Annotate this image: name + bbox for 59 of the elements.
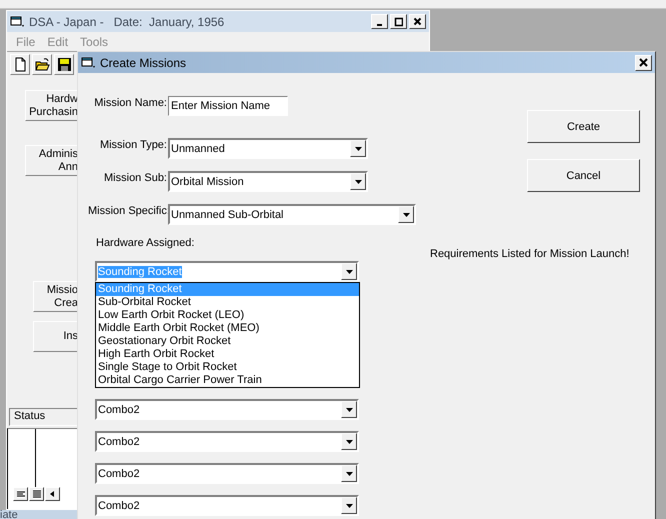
dropdown-option[interactable]: Sub-Orbital Rocket [96, 296, 359, 309]
window-title: DSA - Japan - Date: January, 1956 [29, 14, 226, 28]
minimize-icon [377, 24, 382, 26]
caret-icon [402, 212, 410, 216]
dialog-button[interactable]: Create [527, 110, 640, 143]
dialog-button[interactable]: Cancel [527, 159, 640, 192]
input-field[interactable]: Enter Mission Name [168, 96, 288, 116]
new-document-icon [12, 57, 28, 72]
window-icon [81, 56, 95, 68]
justify-button[interactable] [29, 487, 44, 501]
close-icon [639, 58, 648, 67]
caret-icon [346, 440, 352, 444]
dropdown-field[interactable]: Unmanned [168, 138, 368, 159]
caret-icon [354, 146, 362, 150]
dropdown-arrow-button[interactable] [341, 401, 357, 418]
dropdown-arrow-button[interactable] [341, 465, 357, 482]
scroll-left-button[interactable] [45, 487, 60, 501]
open-folder-button[interactable] [32, 54, 52, 75]
dropdown-field[interactable]: Combo2 [95, 495, 359, 516]
dialog-title: Create Missions [100, 56, 188, 70]
field-label: Mission Specific: [88, 204, 168, 218]
dropdown-field[interactable]: Orbital Mission [168, 171, 368, 192]
field-label: Mission Name: [93, 96, 168, 110]
dropdown-arrow-button[interactable] [341, 263, 357, 280]
maximize-icon [394, 16, 403, 26]
dropdown-option[interactable]: Geostationary Orbit Rocket [96, 335, 359, 348]
requirements-text: Requirements Listed for Mission Launch! [430, 248, 630, 260]
caret-icon [346, 408, 352, 412]
field-label: Mission Type: [98, 138, 168, 152]
dropdown-arrow-button[interactable] [341, 433, 357, 450]
dropdown-option[interactable]: High Earth Orbit Rocket [96, 348, 359, 361]
caret-icon [354, 180, 362, 184]
caret-icon [346, 270, 352, 274]
caret-icon [346, 504, 352, 508]
dropdown-option[interactable]: Low Earth Orbit Rocket (LEO) [96, 309, 359, 322]
align-left-icon [16, 490, 26, 498]
dropdown-arrow-button[interactable] [398, 206, 414, 223]
close-button[interactable] [635, 54, 652, 70]
new-document-button[interactable] [10, 54, 30, 75]
dropdown-field[interactable]: Combo2 [95, 431, 359, 452]
field-label: Mission Sub: [103, 171, 168, 185]
caret-icon [346, 472, 352, 476]
window-title: iate [0, 510, 19, 519]
dropdown-arrow-button[interactable] [341, 497, 357, 514]
field-label: Hardware Assigned: [96, 236, 196, 250]
window-icon [10, 16, 24, 28]
dropdown-field[interactable]: Combo2 [95, 399, 359, 420]
close-icon [413, 16, 422, 26]
floppy-disk-button[interactable] [54, 54, 74, 75]
dropdown-option[interactable]: Single Stage to Orbit Rocket [96, 361, 359, 374]
dropdown-field[interactable]: Unmanned Sub-Orbital [168, 204, 416, 225]
dropdown-arrow-button[interactable] [350, 173, 366, 190]
dropdown-option[interactable]: Middle Earth Orbit Rocket (MEO) [96, 322, 359, 335]
dropdown-field[interactable]: Combo2 [95, 463, 359, 484]
dropdown-option[interactable]: Orbital Cargo Carrier Power Train [96, 374, 359, 387]
dropdown-arrow-button[interactable] [350, 140, 366, 157]
open-folder-icon [34, 57, 50, 72]
align-left-button[interactable] [13, 487, 28, 501]
justify-icon [32, 490, 42, 498]
